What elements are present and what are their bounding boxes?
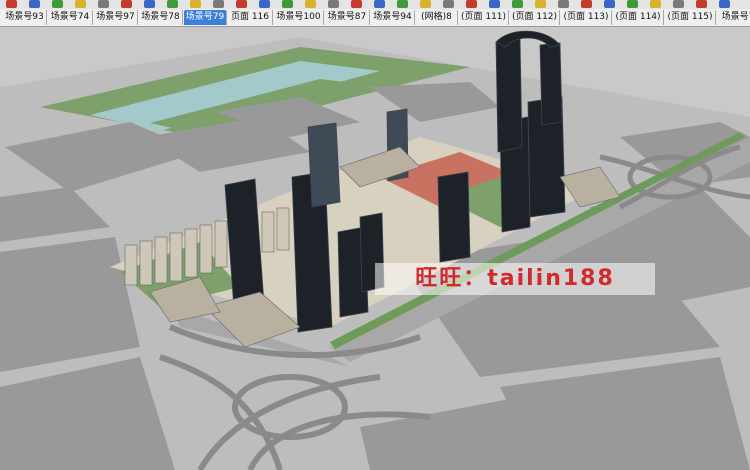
scene-tab[interactable]: (页面 111) bbox=[459, 10, 509, 25]
zoom-extents-icon[interactable] bbox=[466, 0, 477, 8]
scene-tab[interactable]: (页面 114) bbox=[613, 10, 664, 25]
material-icon[interactable] bbox=[627, 0, 638, 8]
scene-tab[interactable]: 场景号79 bbox=[184, 10, 227, 25]
zoom-icon[interactable] bbox=[420, 0, 431, 8]
scene-tab[interactable]: 场景号93 bbox=[3, 10, 47, 25]
orbit-icon[interactable] bbox=[374, 0, 385, 8]
camera-icon[interactable] bbox=[558, 0, 569, 8]
scene-tab[interactable]: (页面 113) bbox=[561, 10, 612, 25]
watermark-text: 旺旺：tailin188 bbox=[375, 263, 655, 295]
rotate-icon[interactable] bbox=[213, 0, 224, 8]
tape-icon[interactable] bbox=[305, 0, 316, 8]
style-icon[interactable] bbox=[650, 0, 661, 8]
eraser-icon[interactable] bbox=[52, 0, 63, 8]
scene-tab[interactable]: 页面 116 bbox=[228, 10, 273, 25]
scale-icon[interactable] bbox=[236, 0, 247, 8]
city-model-render bbox=[0, 27, 750, 470]
scene-tab[interactable]: 场景号94 bbox=[371, 10, 415, 25]
scene-tab-bar: 场景号93 场景号74 场景号97 场景号78 场景号79 页面 116 场景号100 场景号… bbox=[0, 9, 750, 27]
offset-icon[interactable] bbox=[282, 0, 293, 8]
text-icon[interactable] bbox=[328, 0, 339, 8]
section-icon[interactable] bbox=[535, 0, 546, 8]
fog-icon[interactable] bbox=[696, 0, 707, 8]
select-icon[interactable] bbox=[6, 0, 17, 8]
cube-icon[interactable] bbox=[98, 0, 109, 8]
paint-icon[interactable] bbox=[75, 0, 86, 8]
move-icon[interactable] bbox=[190, 0, 201, 8]
scene-tab[interactable]: (页面 112) bbox=[510, 10, 560, 25]
look-icon[interactable] bbox=[512, 0, 523, 8]
axes-icon[interactable] bbox=[351, 0, 362, 8]
zoom-window-icon[interactable] bbox=[443, 0, 454, 8]
scene-tab[interactable]: 场景号78 bbox=[139, 10, 183, 25]
walk-icon[interactable] bbox=[489, 0, 500, 8]
scene-tab[interactable]: 场景号100 bbox=[274, 10, 324, 25]
scene-tab[interactable]: 场景号87 bbox=[325, 10, 370, 25]
layer-icon[interactable] bbox=[581, 0, 592, 8]
shadow-icon[interactable] bbox=[673, 0, 684, 8]
pan-icon[interactable] bbox=[397, 0, 408, 8]
scene-tab[interactable]: 场景号74 bbox=[48, 10, 93, 25]
rectangle-icon[interactable] bbox=[121, 0, 132, 8]
print-icon[interactable] bbox=[719, 0, 730, 8]
scene-tab[interactable]: 场景号97 bbox=[94, 10, 138, 25]
scene-tab[interactable]: (页面 115) bbox=[665, 10, 716, 25]
push-pull-icon[interactable] bbox=[259, 0, 270, 8]
scene-tab[interactable]: 场景号7 bbox=[717, 10, 750, 25]
3d-viewport[interactable]: 旺旺：tailin188 bbox=[0, 27, 750, 470]
pencil-icon[interactable] bbox=[29, 0, 40, 8]
circle-icon[interactable] bbox=[144, 0, 155, 8]
scene-tab[interactable]: (网格)8 bbox=[416, 10, 458, 25]
component-icon[interactable] bbox=[604, 0, 615, 8]
line-icon[interactable] bbox=[167, 0, 178, 8]
